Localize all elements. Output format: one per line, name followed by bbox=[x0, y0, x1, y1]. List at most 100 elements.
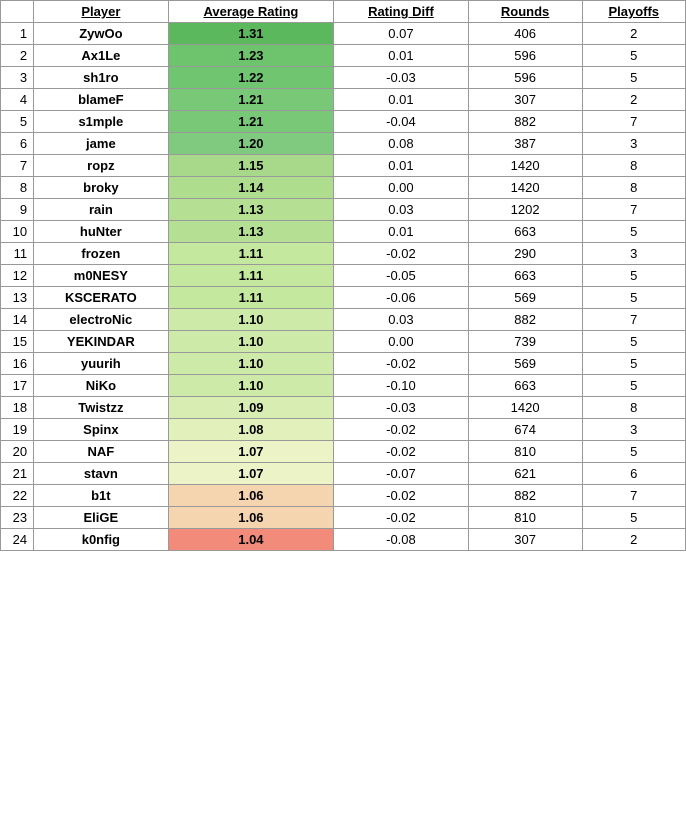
cell-playoffs: 5 bbox=[582, 221, 686, 243]
cell-rounds: 663 bbox=[468, 265, 582, 287]
cell-rank: 10 bbox=[1, 221, 34, 243]
cell-player: rain bbox=[34, 199, 169, 221]
cell-rating-diff: 0.01 bbox=[334, 45, 469, 67]
cell-rounds: 882 bbox=[468, 309, 582, 331]
table-row: 22b1t1.06-0.028827 bbox=[1, 485, 686, 507]
col-header-playoffs: Playoffs bbox=[582, 1, 686, 23]
cell-rounds: 387 bbox=[468, 133, 582, 155]
cell-rating-diff: -0.10 bbox=[334, 375, 469, 397]
table-row: 4blameF1.210.013072 bbox=[1, 89, 686, 111]
cell-avg-rating: 1.09 bbox=[168, 397, 334, 419]
cell-player: NAF bbox=[34, 441, 169, 463]
cell-rank: 15 bbox=[1, 331, 34, 353]
cell-rating-diff: -0.02 bbox=[334, 507, 469, 529]
cell-rating-diff: -0.03 bbox=[334, 397, 469, 419]
cell-rounds: 739 bbox=[468, 331, 582, 353]
cell-playoffs: 3 bbox=[582, 419, 686, 441]
cell-rank: 16 bbox=[1, 353, 34, 375]
cell-rounds: 406 bbox=[468, 23, 582, 45]
col-header-rating-diff: Rating Diff bbox=[334, 1, 469, 23]
cell-rating-diff: -0.06 bbox=[334, 287, 469, 309]
cell-rounds: 596 bbox=[468, 67, 582, 89]
col-header-rounds: Rounds bbox=[468, 1, 582, 23]
cell-avg-rating: 1.04 bbox=[168, 529, 334, 551]
table-row: 10huNter1.130.016635 bbox=[1, 221, 686, 243]
cell-rank: 22 bbox=[1, 485, 34, 507]
table-row: 24k0nfig1.04-0.083072 bbox=[1, 529, 686, 551]
cell-player: s1mple bbox=[34, 111, 169, 133]
cell-rounds: 663 bbox=[468, 221, 582, 243]
table-row: 5s1mple1.21-0.048827 bbox=[1, 111, 686, 133]
cell-rounds: 674 bbox=[468, 419, 582, 441]
cell-rank: 2 bbox=[1, 45, 34, 67]
cell-player: yuurih bbox=[34, 353, 169, 375]
cell-player: NiKo bbox=[34, 375, 169, 397]
table-row: 21stavn1.07-0.076216 bbox=[1, 463, 686, 485]
table-row: 20NAF1.07-0.028105 bbox=[1, 441, 686, 463]
cell-player: blameF bbox=[34, 89, 169, 111]
table-row: 18Twistzz1.09-0.0314208 bbox=[1, 397, 686, 419]
cell-player: m0NESY bbox=[34, 265, 169, 287]
cell-rounds: 1420 bbox=[468, 177, 582, 199]
table-row: 12m0NESY1.11-0.056635 bbox=[1, 265, 686, 287]
cell-rating-diff: -0.02 bbox=[334, 485, 469, 507]
cell-avg-rating: 1.20 bbox=[168, 133, 334, 155]
cell-player: k0nfig bbox=[34, 529, 169, 551]
cell-playoffs: 5 bbox=[582, 67, 686, 89]
cell-player: Ax1Le bbox=[34, 45, 169, 67]
cell-playoffs: 3 bbox=[582, 243, 686, 265]
cell-rank: 3 bbox=[1, 67, 34, 89]
cell-playoffs: 2 bbox=[582, 89, 686, 111]
cell-rank: 17 bbox=[1, 375, 34, 397]
cell-avg-rating: 1.13 bbox=[168, 221, 334, 243]
cell-avg-rating: 1.21 bbox=[168, 111, 334, 133]
cell-rank: 1 bbox=[1, 23, 34, 45]
cell-playoffs: 5 bbox=[582, 375, 686, 397]
cell-player: ZywOo bbox=[34, 23, 169, 45]
cell-player: huNter bbox=[34, 221, 169, 243]
cell-playoffs: 7 bbox=[582, 309, 686, 331]
cell-rating-diff: -0.05 bbox=[334, 265, 469, 287]
cell-player: YEKINDAR bbox=[34, 331, 169, 353]
cell-rounds: 810 bbox=[468, 441, 582, 463]
cell-rank: 21 bbox=[1, 463, 34, 485]
cell-rating-diff: -0.02 bbox=[334, 419, 469, 441]
cell-playoffs: 2 bbox=[582, 529, 686, 551]
col-header-avg-rating: Average Rating bbox=[168, 1, 334, 23]
cell-playoffs: 5 bbox=[582, 331, 686, 353]
cell-playoffs: 8 bbox=[582, 155, 686, 177]
cell-avg-rating: 1.10 bbox=[168, 309, 334, 331]
cell-playoffs: 8 bbox=[582, 177, 686, 199]
cell-rating-diff: 0.07 bbox=[334, 23, 469, 45]
cell-player: b1t bbox=[34, 485, 169, 507]
table-row: 19Spinx1.08-0.026743 bbox=[1, 419, 686, 441]
cell-rounds: 810 bbox=[468, 507, 582, 529]
cell-avg-rating: 1.10 bbox=[168, 375, 334, 397]
cell-playoffs: 8 bbox=[582, 397, 686, 419]
cell-rating-diff: -0.04 bbox=[334, 111, 469, 133]
cell-rank: 9 bbox=[1, 199, 34, 221]
cell-rank: 13 bbox=[1, 287, 34, 309]
cell-playoffs: 5 bbox=[582, 287, 686, 309]
cell-playoffs: 5 bbox=[582, 441, 686, 463]
cell-rating-diff: 0.01 bbox=[334, 221, 469, 243]
cell-rating-diff: 0.00 bbox=[334, 331, 469, 353]
cell-rating-diff: -0.08 bbox=[334, 529, 469, 551]
cell-rounds: 1420 bbox=[468, 155, 582, 177]
cell-avg-rating: 1.10 bbox=[168, 353, 334, 375]
table-row: 1ZywOo1.310.074062 bbox=[1, 23, 686, 45]
table-row: 3sh1ro1.22-0.035965 bbox=[1, 67, 686, 89]
cell-playoffs: 5 bbox=[582, 507, 686, 529]
cell-rating-diff: 0.03 bbox=[334, 309, 469, 331]
cell-rank: 4 bbox=[1, 89, 34, 111]
col-header-player: Player bbox=[34, 1, 169, 23]
cell-rating-diff: 0.00 bbox=[334, 177, 469, 199]
cell-avg-rating: 1.13 bbox=[168, 199, 334, 221]
cell-player: Twistzz bbox=[34, 397, 169, 419]
cell-rank: 5 bbox=[1, 111, 34, 133]
cell-rank: 7 bbox=[1, 155, 34, 177]
table-row: 13KSCERATO1.11-0.065695 bbox=[1, 287, 686, 309]
cell-playoffs: 3 bbox=[582, 133, 686, 155]
cell-rounds: 663 bbox=[468, 375, 582, 397]
cell-player: jame bbox=[34, 133, 169, 155]
